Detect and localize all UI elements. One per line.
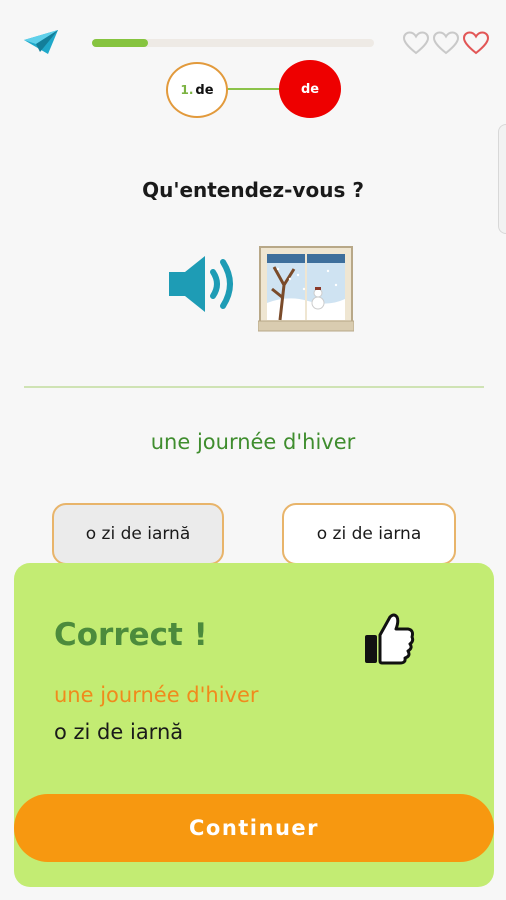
result-title: Correct ! (54, 617, 208, 653)
step-target: de (279, 60, 341, 118)
answer-translation-text: o zi de iarnă (54, 720, 184, 744)
step-label: de (300, 81, 320, 97)
play-audio-button[interactable] (165, 250, 243, 318)
question-text: Qu'entendez-vous ? (142, 178, 364, 202)
continue-button[interactable]: Continuer (14, 794, 494, 862)
lesson-progress-bar (92, 39, 374, 47)
back-button[interactable] (22, 26, 62, 58)
answer-option-1[interactable]: o zi de iarnă (52, 503, 224, 565)
heart-icon (402, 31, 430, 55)
thumbs-up-icon (365, 613, 415, 665)
step-number: 1. (180, 83, 194, 97)
heart-icon (432, 31, 460, 55)
result-panel: Correct ! une journée d'hiver o zi de ia… (14, 563, 494, 887)
step-label: de (195, 82, 214, 98)
step-current: 1. de (166, 62, 228, 118)
progress-fill (92, 39, 149, 47)
step-connector (226, 88, 284, 90)
lives-indicator (402, 31, 490, 55)
answer-source-text: une journée d'hiver (54, 683, 259, 707)
heart-icon (462, 31, 490, 55)
divider (24, 386, 484, 388)
answer-option-2[interactable]: o zi de iarna (282, 503, 456, 565)
winter-window-picture (257, 245, 355, 333)
prompt-text: une journée d'hiver (150, 430, 356, 454)
speaker-icon (169, 256, 233, 312)
paper-plane-back-icon (24, 30, 58, 54)
